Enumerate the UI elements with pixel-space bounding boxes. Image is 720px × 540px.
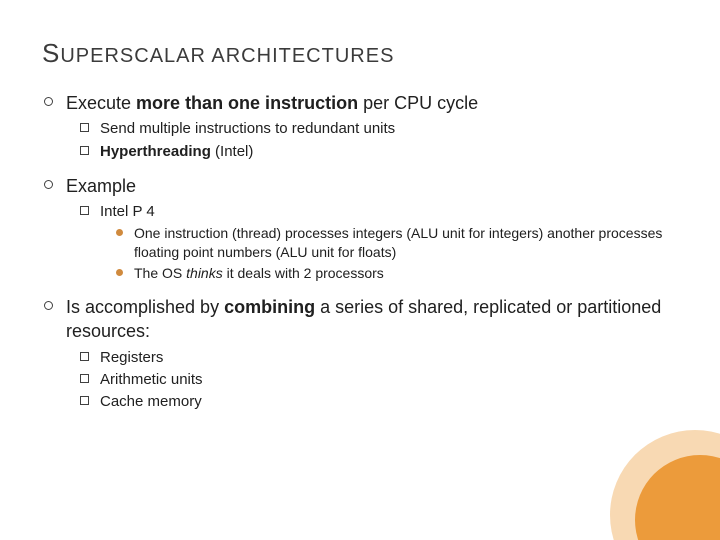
title-first-letter: S — [42, 38, 60, 68]
slide: SUPERSCALAR ARCHITECTURES Execute more t… — [0, 0, 720, 540]
b3-bold: combining — [224, 297, 315, 317]
bullet-3-sub-2: Arithmetic units — [80, 370, 678, 390]
bullet-2-sub-1-detail-2: The OS thinks it deals with 2 processors — [116, 264, 678, 283]
b1-bold: more than one instruction — [136, 93, 358, 113]
bullet-2: Example — [42, 174, 678, 198]
slide-content: Execute more than one instruction per CP… — [42, 91, 678, 412]
title-rest: UPERSCALAR ARCHITECTURES — [60, 45, 394, 67]
b3-pre: Is accomplished by — [66, 297, 224, 317]
bullet-1: Execute more than one instruction per CP… — [42, 91, 678, 115]
b2-d2-italic: thinks — [186, 265, 223, 281]
b1-s2-post: (Intel) — [211, 143, 254, 160]
bullet-2-sub-1-detail-1: One instruction (thread) processes integ… — [116, 224, 678, 262]
b2-d2-post: it deals with 2 processors — [223, 265, 384, 281]
bullet-3-sub-1: Registers — [80, 348, 678, 368]
bullet-3-sub-3: Cache memory — [80, 392, 678, 412]
b1-pre: Execute — [66, 93, 136, 113]
bullet-1-sub-1: Send multiple instructions to redundant … — [80, 119, 678, 139]
bullet-2-sub-1: Intel P 4 — [80, 202, 678, 222]
bullet-1-sub-2: Hyperthreading (Intel) — [80, 142, 678, 162]
b1-post: per CPU cycle — [358, 93, 478, 113]
b2-d2-pre: The OS — [134, 265, 186, 281]
slide-title: SUPERSCALAR ARCHITECTURES — [42, 38, 678, 69]
b1-s2-bold: Hyperthreading — [100, 143, 211, 160]
bullet-3: Is accomplished by combining a series of… — [42, 295, 678, 344]
